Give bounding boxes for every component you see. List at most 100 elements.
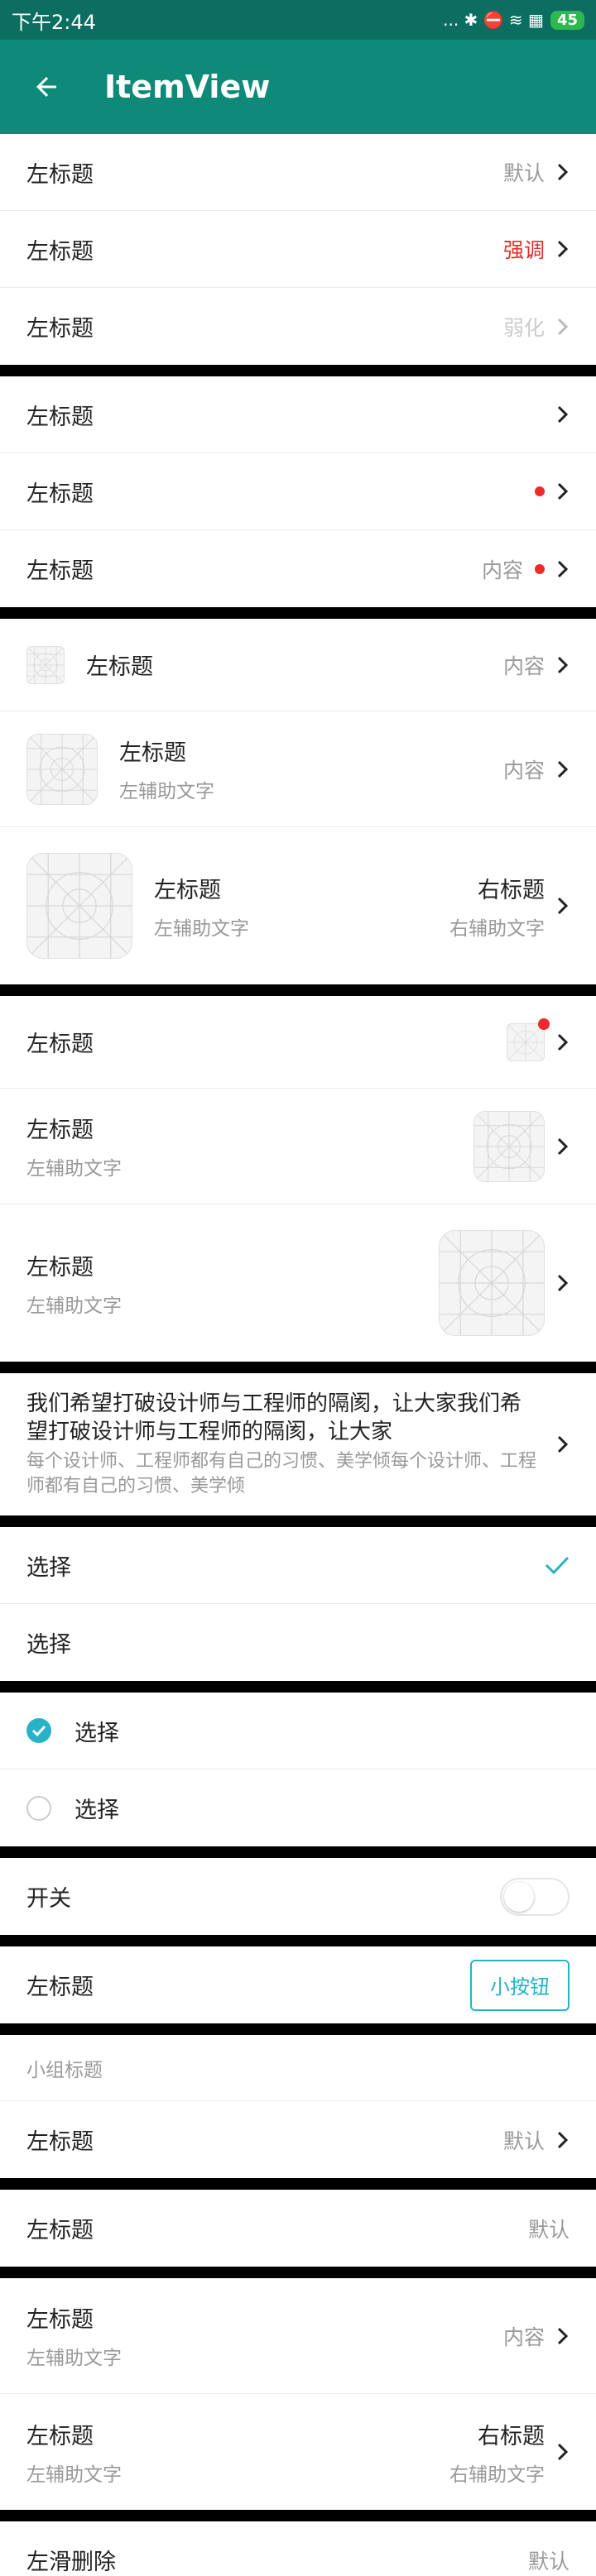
- group-long-text: 我们希望打破设计师与工程师的隔阂，让大家我们希望打破设计师与工程师的隔阂，让大家…: [0, 1373, 596, 1515]
- item-value: 默认: [527, 2549, 570, 2574]
- status-time: 下午2:44: [12, 10, 96, 34]
- item-label: 选择: [74, 1798, 119, 1823]
- item-title: 左滑删除: [26, 2550, 116, 2575]
- divider: [0, 2267, 596, 2278]
- item-title: 左标题: [119, 740, 186, 766]
- chevron-right-icon: [557, 163, 569, 181]
- red-dot-badge: [538, 1017, 550, 1030]
- item-value-weak: 弱化: [502, 315, 545, 340]
- list-item[interactable]: 左标题: [0, 453, 596, 530]
- status-bar: 下午2:44 ... ✱ ⛔ ≋ ▦ 45: [0, 0, 596, 40]
- group-swipe-delete: 左滑删除 默认: [0, 2521, 596, 2576]
- list-item[interactable]: 左标题: [0, 996, 596, 1089]
- item-value: 内容: [481, 558, 523, 582]
- group-header: 小组标题: [0, 2035, 596, 2101]
- list-item[interactable]: 左标题 左辅助文字 内容: [0, 2278, 596, 2394]
- list-item[interactable]: 左标题 默认: [0, 2190, 596, 2267]
- item-subtitle: 左辅助文字: [26, 2463, 122, 2486]
- group-subtitles: 左标题 左辅助文字 内容 左标题 左辅助文字 右标题 右辅助文字: [0, 2278, 596, 2510]
- chevron-right-icon: [557, 2327, 569, 2344]
- group-switch: 开关: [0, 1858, 596, 1935]
- item-label: 开关: [26, 1886, 71, 1912]
- radio-item[interactable]: 选择: [0, 1769, 596, 1846]
- radio-unchecked-icon[interactable]: [26, 1795, 51, 1821]
- item-subtitle: 左辅助文字: [154, 917, 249, 940]
- item-title: 左标题: [26, 2218, 94, 2243]
- item-right-subtitle: 右辅助文字: [449, 2463, 545, 2486]
- select-item[interactable]: 选择: [0, 1527, 596, 1604]
- image-placeholder-icon: [439, 1230, 545, 1336]
- red-dot-badge: [535, 563, 545, 574]
- image-placeholder-icon: [507, 1022, 545, 1061]
- item-label: 选择: [26, 1632, 71, 1658]
- item-label: 选择: [74, 1720, 119, 1746]
- red-dot-badge: [535, 486, 545, 496]
- list-item[interactable]: 左标题 左辅助文字: [0, 1204, 596, 1362]
- chevron-right-icon: [557, 405, 569, 424]
- group-with-header: 小组标题 左标题 默认: [0, 2035, 596, 2178]
- status-icons: ... ✱ ⛔ ≋ ▦: [443, 10, 544, 30]
- switch-item: 开关: [0, 1858, 596, 1935]
- divider: [0, 984, 596, 996]
- item-title: 左标题: [26, 481, 94, 507]
- item-title: 左标题: [26, 1032, 94, 1057]
- list-item[interactable]: 左标题 默认: [0, 134, 596, 211]
- checkmark-icon: [545, 1556, 570, 1575]
- list-item[interactable]: 左标题 内容: [0, 530, 596, 607]
- list-item[interactable]: 左标题 强调: [0, 211, 596, 288]
- image-placeholder-icon: [26, 645, 65, 684]
- group-button: 左标题 小按钮: [0, 1946, 596, 2023]
- divider: [0, 2510, 596, 2521]
- select-item[interactable]: 选择: [0, 1604, 596, 1681]
- list-item[interactable]: 左标题 弱化: [0, 288, 596, 365]
- list-item[interactable]: 左标题 左辅助文字 右标题 右辅助文字: [0, 827, 596, 984]
- divider: [0, 1935, 596, 1946]
- list-item[interactable]: 左标题 左辅助文字: [0, 1089, 596, 1204]
- back-arrow-icon[interactable]: [30, 70, 63, 103]
- item-right-title: 右标题: [478, 2423, 545, 2449]
- app-bar: ItemView: [0, 40, 596, 134]
- swipe-delete-item[interactable]: 左滑删除 默认: [0, 2521, 596, 2576]
- list-item[interactable]: 我们希望打破设计师与工程师的隔阂，让大家我们希望打破设计师与工程师的隔阂，让大家…: [0, 1373, 596, 1515]
- item-title: 左标题: [26, 2307, 94, 2333]
- divider: [0, 1681, 596, 1693]
- list-item[interactable]: 左标题 内容: [0, 619, 596, 711]
- list-item[interactable]: 左标题: [0, 376, 596, 453]
- chevron-right-icon: [557, 1435, 569, 1453]
- item-title: 我们希望打破设计师与工程师的隔阂，让大家我们希望打破设计师与工程师的隔阂，让大家: [26, 1391, 522, 1444]
- chevron-right-icon: [557, 760, 569, 778]
- chevron-right-icon: [557, 1137, 569, 1155]
- item-value: 默认: [527, 2217, 570, 2242]
- list-item[interactable]: 左标题 左辅助文字 右标题 右辅助文字: [0, 2394, 596, 2510]
- item-title: 左标题: [26, 316, 94, 342]
- item-title: 左标题: [26, 238, 94, 265]
- item-value: 默认: [502, 2128, 545, 2153]
- item-right-title: 右标题: [478, 877, 545, 903]
- divider: [0, 2178, 596, 2190]
- item-value-emphasis: 强调: [502, 238, 545, 262]
- chevron-right-icon: [557, 656, 569, 673]
- item-title: 左标题: [26, 161, 94, 188]
- group-values: 左标题 默认 左标题 强调 左标题 弱化: [0, 134, 596, 365]
- chevron-right-icon: [557, 2131, 569, 2148]
- list-item[interactable]: 左标题 默认: [0, 2101, 596, 2178]
- page-title: ItemView: [104, 69, 271, 105]
- item-value: 内容: [502, 2325, 545, 2349]
- item-value: 内容: [502, 654, 545, 678]
- chevron-right-icon: [557, 560, 569, 577]
- list-item[interactable]: 左标题 左辅助文字 内容: [0, 711, 596, 827]
- toggle-switch[interactable]: [500, 1877, 570, 1916]
- image-placeholder-icon: [473, 1110, 545, 1182]
- radio-checked-icon[interactable]: [26, 1718, 51, 1743]
- small-button[interactable]: 小按钮: [470, 1959, 570, 2011]
- divider: [0, 607, 596, 619]
- item-title: 左标题: [26, 1254, 94, 1281]
- chevron-right-icon: [557, 318, 569, 335]
- item-title: 左标题: [26, 1975, 94, 2000]
- group-badges: 左标题 左标题 左标题 内容: [0, 376, 596, 607]
- item-title: 左标题: [154, 877, 221, 903]
- battery-icon: 45: [550, 10, 584, 30]
- item-subtitle: 每个设计师、工程师都有自己的习惯、美学倾每个设计师、工程师都有自己的习惯、美学倾: [26, 1451, 537, 1496]
- chevron-right-icon: [557, 482, 569, 500]
- radio-item[interactable]: 选择: [0, 1693, 596, 1769]
